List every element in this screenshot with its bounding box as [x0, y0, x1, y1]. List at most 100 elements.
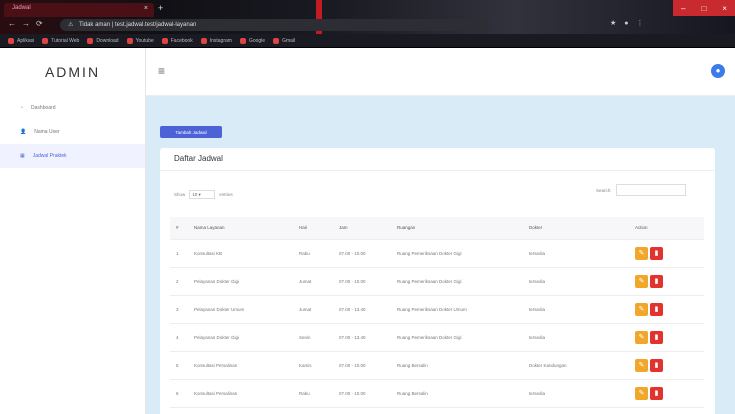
- search-label: Search:: [596, 187, 612, 193]
- sidebar-item-label: Nama User: [34, 129, 60, 135]
- jadwal-card: Daftar Jadwal Show 10 ▾ entries Search: …: [160, 148, 715, 414]
- table-row: 2 Pelayanan Dokter Gigi Jumat 07.00 - 10…: [170, 267, 704, 296]
- topbar: ≡ ●: [146, 48, 735, 96]
- cell-hari: Senin: [293, 323, 333, 352]
- cell-jam: 07.00 - 10.00: [333, 239, 391, 268]
- bookmark-icon: [161, 37, 168, 44]
- user-avatar-icon[interactable]: ●: [711, 64, 725, 78]
- sidebar-item-label: Dashboard: [31, 105, 56, 111]
- edit-icon[interactable]: ✎: [635, 274, 648, 288]
- bookmark-item[interactable]: Google: [239, 37, 265, 44]
- entries-label: entries: [219, 192, 233, 197]
- cell-no: 2: [170, 267, 188, 296]
- bookmark-icon: [126, 37, 133, 44]
- edit-icon[interactable]: ✎: [635, 386, 648, 400]
- address-prefix: Tidak aman: [78, 22, 111, 28]
- col-header-dokter[interactable]: Dokter: [523, 217, 629, 240]
- bookmark-icon: [273, 37, 280, 44]
- bookmark-icon: [42, 37, 49, 44]
- col-header-hari[interactable]: Hari: [293, 217, 333, 240]
- extension-icons[interactable]: ★●⋮: [610, 19, 652, 27]
- cell-hari: Rabu: [293, 379, 333, 408]
- col-header-no[interactable]: #: [170, 217, 188, 240]
- delete-icon[interactable]: ▮: [650, 386, 663, 400]
- col-header-ruangan[interactable]: Ruangan: [391, 217, 523, 240]
- sidebar-item-users[interactable]: 👤 Nama User: [0, 120, 145, 144]
- delete-icon[interactable]: ▮: [650, 246, 663, 260]
- col-header-nama[interactable]: Nama Layanan: [188, 217, 293, 240]
- divider: [160, 170, 715, 171]
- delete-icon[interactable]: ▮: [650, 330, 663, 344]
- edit-icon[interactable]: ✎: [635, 302, 648, 316]
- address-url: test.jadwal.test/jadwal-layanan: [114, 22, 197, 28]
- cell-dokter: tersedia: [523, 379, 629, 408]
- cell-no: 1: [170, 239, 188, 268]
- cell-jam: 07.00 - 13.40: [333, 323, 391, 352]
- bookmark-item[interactable]: Tutorial Web: [42, 37, 79, 44]
- dashboard-icon: ◔: [20, 105, 24, 111]
- edit-icon[interactable]: ✎: [635, 330, 648, 344]
- bookmark-item[interactable]: Gmail: [273, 37, 295, 44]
- cell-jam: 07.00 - 10.00: [333, 379, 391, 408]
- delete-icon[interactable]: ▮: [650, 274, 663, 288]
- jadwal-table: # Nama Layanan Hari Jam Ruangan Dokter A…: [170, 217, 704, 408]
- users-icon: 👤: [20, 129, 27, 135]
- close-icon[interactable]: ×: [144, 5, 148, 12]
- search-input[interactable]: [615, 184, 686, 196]
- bookmark-icon: [200, 37, 207, 44]
- table-row: 3 Pelayanan Dokter Umum Jumat 07.00 - 13…: [170, 295, 704, 324]
- sidebar: ADMIN ◔ Dashboard 👤 Nama User ▦ Jadwal P…: [0, 48, 146, 414]
- bookmark-item[interactable]: Facebook: [161, 37, 193, 44]
- calendar-icon: ▦: [20, 153, 25, 159]
- cell-no: 5: [170, 351, 188, 380]
- col-header-action[interactable]: Action: [629, 217, 704, 240]
- cell-ruangan: Ruang Pemeriksaan Dokter Umum: [391, 295, 523, 324]
- cell-ruangan: Ruang Pemeriksaan Dokter Gigi: [391, 239, 523, 268]
- bookmark-icon: [8, 37, 14, 44]
- cell-dokter: tersedia: [523, 323, 629, 352]
- card-title: Daftar Jadwal: [174, 154, 223, 163]
- new-tab-icon[interactable]: +: [158, 3, 163, 13]
- bookmark-item[interactable]: Aplikasi: [8, 37, 34, 44]
- main-content: Tambah Jadwal Daftar Jadwal Show 10 ▾ en…: [146, 96, 735, 414]
- minimize-icon[interactable]: –: [681, 4, 685, 13]
- search-box: Search:: [596, 184, 686, 196]
- brand-title: ADMIN: [44, 64, 101, 80]
- browser-nav-icons[interactable]: ←→⟳: [8, 19, 49, 28]
- bookmarks-bar: Aplikasi Tutorial Web Download Youtube F…: [0, 34, 735, 48]
- browser-tab-title: Jadwal: [12, 5, 31, 11]
- show-entries: Show 10 ▾ entries: [174, 190, 233, 199]
- bookmark-item[interactable]: Download: [87, 37, 119, 44]
- cell-hari: Rabu: [293, 239, 333, 268]
- table-row: 6 Konsultasi Persalinan Rabu 07.00 - 10.…: [170, 379, 704, 408]
- window-controls[interactable]: – □ ×: [673, 0, 735, 16]
- cell-dokter: tersedia: [523, 295, 629, 324]
- maximize-icon[interactable]: □: [701, 4, 706, 13]
- bookmark-item[interactable]: Youtube: [126, 37, 154, 44]
- browser-tab[interactable]: Jadwal ×: [4, 3, 154, 17]
- bookmark-item[interactable]: Instagram: [200, 37, 232, 44]
- cell-ruangan: Ruang Bersalin: [391, 379, 523, 408]
- cell-action: ✎ ▮: [629, 267, 704, 296]
- delete-icon[interactable]: ▮: [650, 358, 663, 372]
- cell-dokter: Dokter Kandungan: [523, 351, 629, 380]
- edit-icon[interactable]: ✎: [635, 246, 648, 260]
- entries-select[interactable]: 10 ▾: [189, 190, 216, 199]
- menu-toggle-icon[interactable]: ≡: [158, 64, 165, 78]
- cell-hari: Kamis: [293, 351, 333, 380]
- sidebar-item-dashboard[interactable]: ◔ Dashboard: [0, 96, 145, 120]
- edit-icon[interactable]: ✎: [635, 358, 648, 372]
- address-bar[interactable]: ⚠ Tidak aman | test.jadwal.test/jadwal-l…: [60, 19, 490, 31]
- add-jadwal-button[interactable]: Tambah Jadwal: [160, 126, 222, 138]
- bookmark-icon: [239, 37, 246, 44]
- cell-nama: Pelayanan Dokter Umum: [188, 295, 293, 324]
- insecure-icon: ⚠: [68, 22, 74, 28]
- col-header-jam[interactable]: Jam: [333, 217, 391, 240]
- window-close-icon[interactable]: ×: [722, 4, 727, 13]
- sidebar-item-jadwal[interactable]: ▦ Jadwal Praktek: [0, 144, 145, 168]
- sidebar-item-label: Jadwal Praktek: [32, 153, 67, 159]
- cell-jam: 07.00 - 13.40: [333, 295, 391, 324]
- delete-icon[interactable]: ▮: [650, 302, 663, 316]
- cell-nama: Pelayanan Dokter Gigi: [188, 323, 293, 352]
- cell-nama: Konsultasi Persalinan: [188, 351, 293, 380]
